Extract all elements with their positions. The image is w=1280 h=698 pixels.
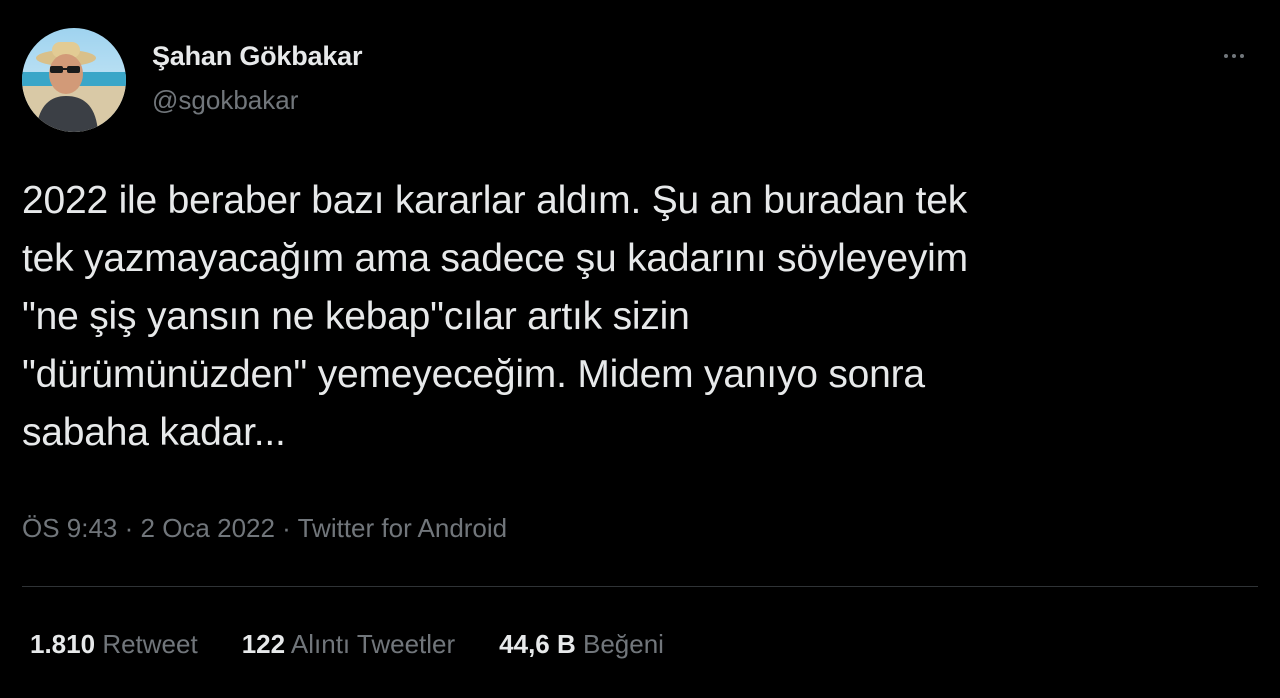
author-display-name[interactable]: Şahan Gökbakar bbox=[152, 38, 362, 74]
tweet-text: 2022 ile beraber bazı kararlar aldım. Şu… bbox=[22, 179, 968, 454]
stat-value: 1.810 bbox=[30, 629, 96, 659]
author-handle[interactable]: @sgokbakar bbox=[152, 82, 362, 118]
stat-value: 122 bbox=[241, 629, 286, 659]
author-info: Şahan Gökbakar @sgokbakar bbox=[152, 38, 362, 118]
stat-label: Alıntı Tweetler bbox=[290, 629, 456, 659]
tweet-source[interactable]: Twitter for Android bbox=[298, 513, 508, 543]
tweet-metadata: ÖS 9:43 · 2 Oca 2022 · Twitter for Andro… bbox=[22, 508, 507, 548]
quote-tweet-count[interactable]: 122 Alıntı Tweetler bbox=[242, 624, 455, 664]
divider bbox=[22, 586, 1258, 587]
avatar-photo bbox=[22, 28, 126, 132]
more-horizontal-icon bbox=[1224, 54, 1228, 58]
meta-separator: · bbox=[274, 513, 298, 543]
more-dot bbox=[1232, 54, 1236, 58]
tweet-time[interactable]: ÖS 9:43 bbox=[22, 513, 117, 543]
tweet-detail: Şahan Gökbakar @sgokbakar 2022 ile berab… bbox=[0, 0, 1280, 698]
tweet-stats: 1.810 Retweet 122 Alıntı Tweetler 44,6 B… bbox=[30, 624, 708, 664]
retweet-count[interactable]: 1.810 Retweet bbox=[30, 624, 198, 664]
stat-label: Retweet bbox=[102, 629, 198, 659]
stat-value: 44,6 B bbox=[499, 629, 576, 659]
more-dot bbox=[1240, 54, 1244, 58]
meta-separator: · bbox=[117, 513, 141, 543]
stat-label: Beğeni bbox=[583, 629, 664, 659]
avatar[interactable] bbox=[22, 28, 126, 132]
tweet-date[interactable]: 2 Oca 2022 bbox=[141, 513, 275, 543]
more-options-button[interactable] bbox=[1212, 40, 1256, 72]
like-count[interactable]: 44,6 B Beğeni bbox=[499, 624, 664, 664]
